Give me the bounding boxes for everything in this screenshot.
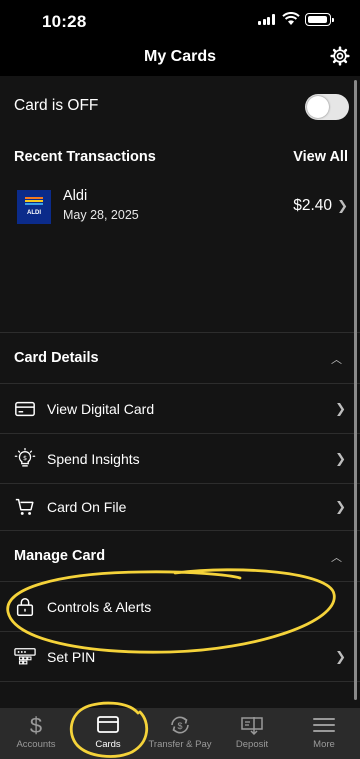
- cellular-signal-icon: [258, 14, 276, 25]
- recent-transactions-title: Recent Transactions: [14, 149, 156, 165]
- tab-label: More: [313, 739, 335, 750]
- view-all-link[interactable]: View All: [293, 149, 348, 165]
- transaction-merchant: Aldi: [63, 188, 88, 204]
- lightbulb-dollar-icon: $: [14, 448, 36, 467]
- card-status-row: Card is OFF: [0, 76, 360, 136]
- transaction-date: May 28, 2025: [63, 208, 139, 222]
- page-title: My Cards: [143, 48, 217, 65]
- menu-icon: [313, 718, 335, 732]
- card-details-title: Card Details: [14, 350, 99, 366]
- gear-icon[interactable]: [330, 46, 350, 66]
- tab-cards[interactable]: Cards: [72, 708, 144, 759]
- tab-label: Cards: [95, 739, 121, 750]
- toggle-knob: [307, 96, 329, 118]
- chevron-right-icon: ❯: [335, 499, 346, 514]
- tab-accounts[interactable]: $ Accounts: [0, 708, 72, 759]
- tab-more[interactable]: More: [288, 708, 360, 759]
- aldi-logo-text: ALDI: [27, 210, 41, 216]
- status-bar: 10:28: [0, 0, 360, 40]
- tab-label: Accounts: [16, 739, 56, 750]
- transaction-amount: $2.40: [293, 197, 332, 214]
- list-bottom-spacer: [0, 682, 360, 708]
- controls-alerts-label: Controls & Alerts: [47, 599, 152, 615]
- aldi-logo: ALDI: [17, 190, 51, 224]
- scrollbar[interactable]: [354, 80, 357, 700]
- chevron-up-icon: ︿: [331, 354, 342, 366]
- svg-text:$: $: [177, 721, 182, 731]
- set-pin-row[interactable]: Set PIN ❯: [0, 632, 360, 682]
- chevron-right-icon: ❯: [335, 649, 346, 664]
- tab-deposit[interactable]: Deposit: [216, 708, 288, 759]
- view-digital-card-row[interactable]: View Digital Card ❯: [0, 384, 360, 434]
- manage-card-header[interactable]: Manage Card ︿: [0, 531, 360, 581]
- recent-transactions-header: Recent Transactions View All: [0, 136, 360, 176]
- tab-bar: $ Accounts Cards $ Transfer & Pay Deposi…: [0, 708, 360, 759]
- transaction-row[interactable]: ALDI Aldi May 28, 2025 $2.40 ❯: [0, 176, 360, 236]
- set-pin-label: Set PIN: [47, 649, 96, 665]
- check-deposit-icon: [241, 717, 263, 736]
- lock-icon: [16, 598, 34, 616]
- svg-text:$: $: [23, 454, 27, 462]
- pin-keypad-icon: [14, 648, 36, 665]
- shopping-cart-icon: [15, 498, 34, 515]
- credit-card-icon: [15, 401, 35, 417]
- transactions-empty-area: [0, 236, 360, 332]
- tab-label: Transfer & Pay: [148, 739, 212, 750]
- status-time: 10:28: [42, 12, 87, 31]
- chevron-right-icon: ❯: [335, 401, 346, 416]
- phone-screen: 10:28 My Cards Card is OFF Recent Transa…: [0, 0, 360, 759]
- svg-text:$: $: [30, 714, 42, 736]
- tab-transfer-pay[interactable]: $ Transfer & Pay: [144, 708, 216, 759]
- card-icon: [97, 716, 119, 733]
- spend-insights-row[interactable]: $ Spend Insights ❯: [0, 434, 360, 484]
- spend-insights-label: Spend Insights: [47, 451, 140, 467]
- card-on-file-row[interactable]: Card On File ❯: [0, 484, 360, 530]
- nav-bar: My Cards: [0, 40, 360, 75]
- dollar-icon: $: [30, 714, 42, 736]
- controls-alerts-row[interactable]: Controls & Alerts: [0, 582, 360, 632]
- chevron-up-icon: ︿: [331, 552, 342, 564]
- manage-card-title: Manage Card: [14, 548, 106, 564]
- card-on-off-toggle[interactable]: [305, 94, 349, 120]
- card-details-header[interactable]: Card Details ︿: [0, 333, 360, 383]
- transfer-icon: $: [171, 716, 189, 734]
- card-on-file-label: Card On File: [47, 499, 127, 515]
- wifi-icon: [282, 12, 300, 25]
- battery-icon: [305, 13, 334, 26]
- chevron-right-icon: ❯: [335, 451, 346, 466]
- tab-label: Deposit: [235, 739, 269, 750]
- card-status-label: Card is OFF: [14, 97, 99, 114]
- view-digital-card-label: View Digital Card: [47, 401, 155, 417]
- chevron-right-icon: ❯: [337, 198, 348, 213]
